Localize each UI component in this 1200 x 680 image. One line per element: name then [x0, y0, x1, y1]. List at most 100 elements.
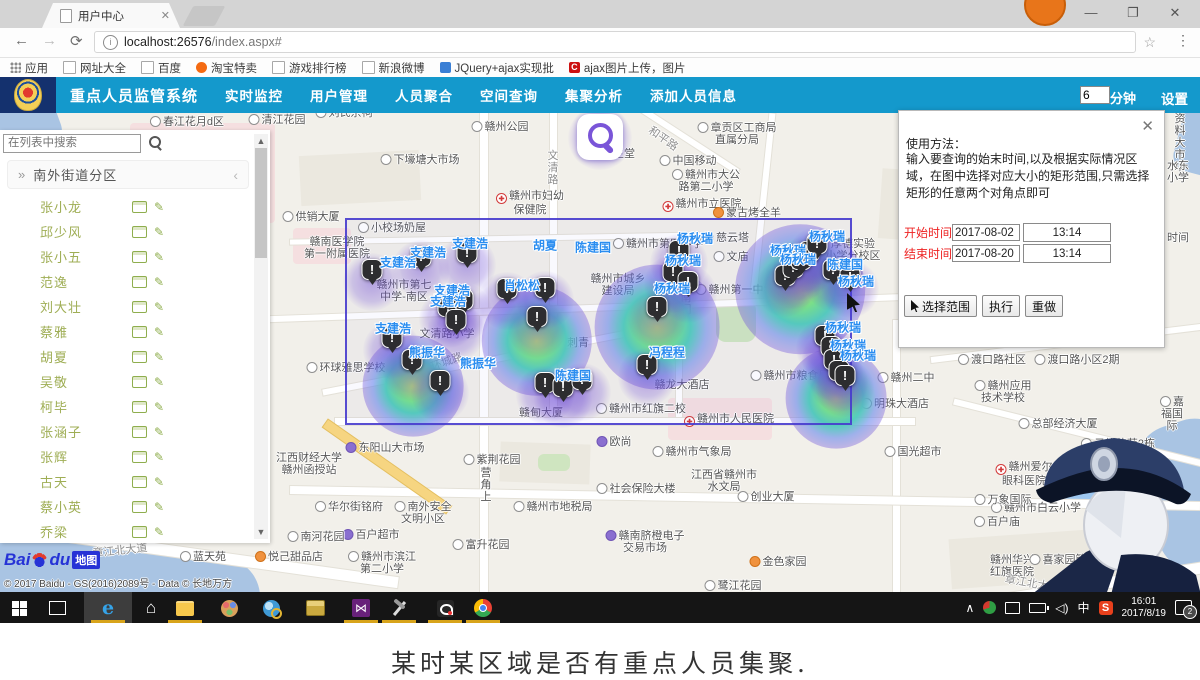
bookmark-item[interactable]: 游戏排行榜 [272, 60, 347, 76]
bookmark-item[interactable]: Cajax图片上传，图片 [569, 60, 686, 76]
expand-icon[interactable]: » [18, 167, 25, 182]
person-list-item[interactable]: 刘大壮✎ [0, 294, 252, 319]
detail-card-icon[interactable] [132, 276, 147, 288]
detail-card-icon[interactable] [132, 501, 147, 513]
person-map-label[interactable]: 杨秋瑞 [780, 251, 816, 268]
edit-pencil-icon[interactable]: ✎ [154, 525, 164, 539]
bookmark-item[interactable]: 网址大全 [63, 60, 126, 76]
person-map-label[interactable]: 陈建国 [555, 367, 591, 384]
person-list-item[interactable]: 蔡小英✎ [0, 494, 252, 519]
taskbar-search-globe-icon[interactable] [260, 597, 282, 619]
person-map-label[interactable]: 杨秋瑞 [665, 252, 701, 269]
new-tab-button[interactable] [183, 6, 226, 26]
person-map-label[interactable]: 肖松松 [504, 277, 540, 294]
bookmark-item[interactable]: 新浪微博 [362, 60, 425, 76]
collapse-icon[interactable]: ‹ [233, 167, 238, 183]
bookmark-item[interactable]: 百度 [141, 60, 181, 76]
person-list-item[interactable]: 张涵子✎ [0, 419, 252, 444]
person-list-item[interactable]: 范逸✎ [0, 269, 252, 294]
ime-indicator[interactable]: 中 [1077, 599, 1089, 616]
person-map-label[interactable]: 杨秋瑞 [825, 319, 861, 336]
end-date-input[interactable] [952, 245, 1020, 262]
person-map-label[interactable]: 支建浩 [430, 293, 466, 310]
alert-pin-icon[interactable]: ! [430, 370, 451, 401]
alert-pin-icon[interactable]: ! [835, 365, 856, 396]
person-map-label[interactable]: 胡夏 [533, 237, 557, 254]
person-map-label[interactable]: 杨秋瑞 [809, 228, 845, 245]
window-close-button[interactable]: ✕ [1158, 0, 1192, 26]
volume-tray-icon[interactable]: ◁) [1055, 601, 1068, 615]
app-title[interactable]: 重点人员监管系统 [70, 85, 198, 106]
address-bar[interactable]: i localhost:26576/index.aspx# [94, 31, 1136, 53]
edit-pencil-icon[interactable]: ✎ [154, 400, 164, 414]
browser-tab[interactable]: 用户中心 ✕ [42, 3, 180, 28]
person-map-label[interactable]: 杨秋瑞 [677, 230, 713, 247]
edit-pencil-icon[interactable]: ✎ [154, 500, 164, 514]
detail-card-icon[interactable] [132, 351, 147, 363]
redo-button[interactable]: 重做 [1025, 295, 1063, 317]
person-list-item[interactable]: 吴敬✎ [0, 369, 252, 394]
refresh-button[interactable]: ⟳ [70, 32, 83, 50]
taskbar-paint-icon[interactable] [218, 597, 240, 619]
edit-pencil-icon[interactable]: ✎ [154, 475, 164, 489]
bookmark-item[interactable]: JQuery+ajax实现批 [440, 60, 554, 76]
detail-card-icon[interactable] [132, 201, 147, 213]
person-map-label[interactable]: 支建浩 [375, 320, 411, 337]
scroll-down-icon[interactable]: ▼ [254, 527, 268, 537]
person-list-item[interactable]: 蔡雅✎ [0, 319, 252, 344]
person-list-item[interactable]: 乔梁✎ [0, 519, 252, 544]
browser-menu-icon[interactable]: ⋮ [1176, 32, 1190, 49]
person-list-item[interactable]: 古天✎ [0, 469, 252, 494]
taskbar-visual-studio-icon[interactable]: ⋈ [350, 597, 372, 619]
select-range-button[interactable]: 选择范围 [904, 295, 977, 317]
detail-card-icon[interactable] [132, 301, 147, 313]
nav-item-0[interactable]: 实时监控 [225, 85, 283, 105]
edit-pencil-icon[interactable]: ✎ [154, 350, 164, 364]
network-tray-icon[interactable] [1005, 602, 1020, 614]
person-list-item[interactable]: 柯毕✎ [0, 394, 252, 419]
person-map-label[interactable]: 冯程程 [649, 344, 685, 361]
map-search-tool[interactable] [577, 114, 623, 160]
alert-pin-icon[interactable]: ! [446, 309, 467, 340]
profile-avatar[interactable] [1024, 0, 1066, 26]
sogou-tray-icon[interactable]: S [1099, 601, 1113, 615]
taskbar-archive-icon[interactable] [304, 597, 326, 619]
interval-input[interactable] [1080, 86, 1110, 104]
forward-button[interactable]: → [42, 32, 57, 49]
taskbar-chrome-icon[interactable] [472, 597, 494, 619]
bookmark-item[interactable]: 应用 [10, 60, 48, 76]
start-time-input[interactable] [1023, 223, 1111, 242]
antivirus-tray-icon[interactable] [983, 601, 996, 614]
edit-pencil-icon[interactable]: ✎ [154, 225, 164, 239]
notification-center-icon[interactable]: 2 [1175, 600, 1192, 615]
district-group-header[interactable]: » 南外街道分区 ‹ [7, 160, 249, 189]
person-map-label[interactable]: 杨秋瑞 [654, 280, 690, 297]
detail-card-icon[interactable] [132, 426, 147, 438]
taskbar-notepad-icon[interactable] [434, 597, 456, 619]
person-map-label[interactable]: 支建浩 [410, 244, 446, 261]
window-minimize-button[interactable]: — [1074, 0, 1108, 26]
nav-item-1[interactable]: 用户管理 [310, 85, 368, 105]
nav-item-5[interactable]: 添加人员信息 [650, 85, 737, 105]
person-list-item[interactable]: 张小五✎ [0, 244, 252, 269]
person-map-label[interactable]: 陈建国 [575, 239, 611, 256]
person-list-item[interactable]: 胡夏✎ [0, 344, 252, 369]
edit-pencil-icon[interactable]: ✎ [154, 450, 164, 464]
detail-card-icon[interactable] [132, 476, 147, 488]
detail-card-icon[interactable] [132, 526, 147, 538]
alert-pin-icon[interactable]: ! [647, 296, 668, 327]
detail-card-icon[interactable] [132, 401, 147, 413]
person-map-label[interactable]: 杨秋瑞 [838, 273, 874, 290]
edit-pencil-icon[interactable]: ✎ [154, 375, 164, 389]
detail-card-icon[interactable] [132, 226, 147, 238]
tray-chevron-icon[interactable]: ∧ [965, 601, 974, 615]
back-button[interactable]: ← [14, 32, 29, 49]
nav-item-2[interactable]: 人员聚合 [395, 85, 453, 105]
person-map-label[interactable]: 熊振华 [409, 344, 445, 361]
taskbar-explorer-icon[interactable] [174, 597, 196, 619]
detail-card-icon[interactable] [132, 251, 147, 263]
person-map-label[interactable]: 熊振华 [460, 355, 496, 372]
alert-pin-icon[interactable]: ! [527, 306, 548, 337]
tab-close-icon[interactable]: ✕ [161, 9, 170, 22]
person-list-item[interactable]: 邱少风✎ [0, 219, 252, 244]
